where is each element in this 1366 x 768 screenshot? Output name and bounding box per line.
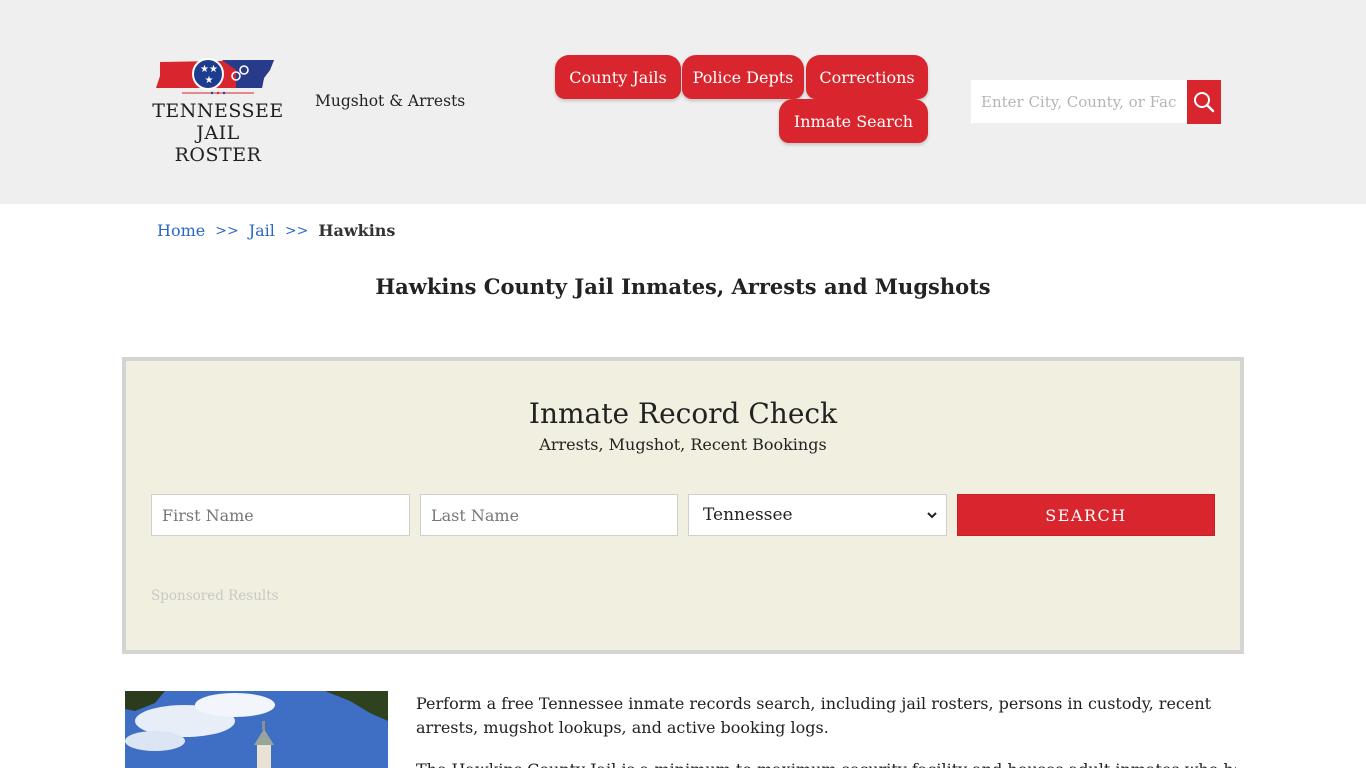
site-header: ★ ★ ★ TENNESSEE JAIL ROSTER Mugshot & Ar… (0, 0, 1366, 204)
breadcrumb-jail[interactable]: Jail (249, 221, 275, 240)
nav-inmate-search[interactable]: Inmate Search (779, 99, 928, 143)
first-name-input[interactable] (151, 494, 410, 536)
tennessee-state-icon: ★ ★ ★ (156, 58, 274, 95)
breadcrumb-current: Hawkins (318, 221, 396, 240)
county-jail-photo (125, 691, 388, 768)
description-paragraph: The Hawkins County Jail is a minimum to … (416, 758, 1236, 768)
breadcrumb-home[interactable]: Home (157, 221, 205, 240)
logo-text-line2: JAIL ROSTER (174, 122, 262, 166)
site-search-button[interactable] (1187, 80, 1221, 124)
nav-police-depts[interactable]: Police Depts (682, 55, 804, 99)
sponsored-results-label: Sponsored Results (151, 588, 279, 604)
logo-text-line1: TENNESSEE (152, 100, 284, 122)
intro-paragraph: Perform a free Tennessee inmate records … (416, 694, 1212, 737)
breadcrumb: Home >> Jail >> Hawkins (157, 221, 395, 240)
breadcrumb-separator: >> (215, 223, 239, 239)
chevron-down-icon (927, 512, 937, 519)
inmate-record-check-panel: Inmate Record Check Arrests, Mugshot, Re… (122, 357, 1244, 654)
nav-corrections[interactable]: Corrections (806, 55, 928, 99)
site-search-input[interactable] (971, 80, 1187, 123)
state-select-value: Tennessee (703, 505, 793, 525)
site-logo[interactable]: ★ ★ ★ TENNESSEE JAIL ROSTER (152, 56, 284, 166)
record-check-title: Inmate Record Check (528, 397, 838, 430)
record-check-subtitle: Arrests, Mugshot, Recent Bookings (539, 435, 827, 454)
svg-text:★: ★ (200, 64, 209, 75)
page-title: Hawkins County Jail Inmates, Arrests and… (375, 274, 991, 299)
svg-text:★: ★ (209, 64, 218, 75)
last-name-input[interactable] (420, 494, 678, 536)
nav-county-jails[interactable]: County Jails (555, 55, 681, 99)
courthouse-image (125, 691, 388, 768)
breadcrumb-separator: >> (284, 223, 309, 239)
svg-text:★: ★ (205, 75, 214, 86)
record-search-button[interactable]: SEARCH (957, 494, 1215, 536)
site-tagline: Mugshot & Arrests (315, 92, 466, 110)
magnifier-icon (1194, 92, 1215, 113)
state-select[interactable]: Tennessee (688, 494, 947, 536)
